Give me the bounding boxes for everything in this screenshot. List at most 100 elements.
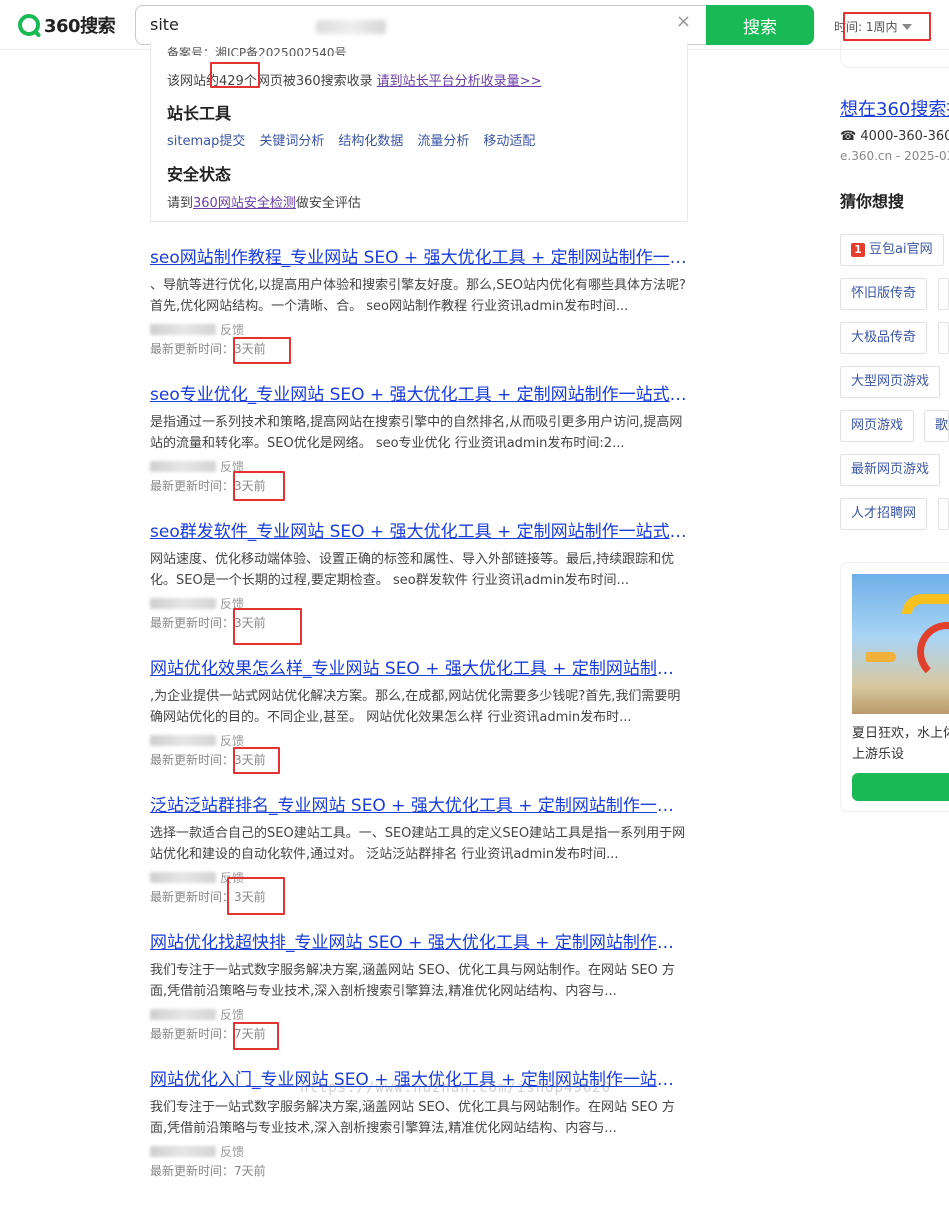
result-url-redacted (150, 597, 216, 609)
result-item: 泛站泛站群排名_专业网站 SEO + 强大优化工具 + 定制网站制作一站式服务 … (150, 795, 690, 905)
tool-structured-data[interactable]: 结构化数据 (338, 130, 403, 149)
result-updated-time: 最新更新时间：3天前 (150, 615, 690, 631)
time-label: 最新更新时间： (150, 342, 235, 356)
clear-icon[interactable]: × (676, 13, 691, 31)
suggest-tag-partial[interactable] (938, 322, 949, 354)
ad-domain: e.360.cn - 2025-03 (840, 149, 949, 163)
promo-button[interactable] (852, 773, 949, 801)
search-query-redacted (316, 20, 386, 34)
tool-traffic[interactable]: 流量分析 (417, 130, 469, 149)
feedback-link[interactable]: 反馈 (220, 869, 244, 886)
result-url-redacted (150, 323, 216, 335)
security-prefix: 请到 (167, 196, 194, 211)
result-url-row: 反馈 (150, 458, 690, 474)
slide-icon (902, 594, 949, 614)
tools-title: 站长工具 (167, 104, 232, 123)
security-check-link[interactable]: 360网站安全检测 (193, 196, 296, 211)
result-url-redacted (150, 734, 216, 746)
security-suffix: 做安全评估 (295, 196, 361, 211)
sidebar-card-edge (840, 40, 949, 68)
result-title-link[interactable]: 泛站泛站群排名_专业网站 SEO + 强大优化工具 + 定制网站制作一站式服务 (150, 795, 690, 817)
search-button[interactable]: 搜索 (706, 5, 814, 45)
feedback-link[interactable]: 反馈 (220, 732, 244, 749)
promo-caption: 夏日狂欢，水上体验水上游乐设 (852, 726, 949, 762)
feedback-link[interactable]: 反馈 (220, 458, 244, 475)
slide-icon (917, 622, 949, 682)
feedback-link[interactable]: 反馈 (220, 1143, 244, 1160)
suggest-tag[interactable]: 大型网页游戏 (840, 366, 941, 398)
suggest-tag[interactable]: 大极品传奇 (840, 322, 928, 354)
result-snippet: 网站速度、优化移动端体验、设置正确的标签和属性、导入外部链接等。最后,持续跟踪和… (150, 552, 675, 588)
logo-icon (18, 14, 40, 36)
tool-sitemap[interactable]: sitemap提交 (167, 130, 245, 149)
result-url-row: 反馈 (150, 321, 690, 337)
suggest-tag[interactable]: 歌 (924, 410, 949, 442)
time-label: 最新更新时间： (150, 1164, 235, 1178)
suggest-tag-partial[interactable] (938, 498, 949, 530)
result-url-redacted (150, 871, 216, 883)
result-snippet: 选择一款适合自己的SEO建站工具。一、SEO建站工具的定义SEO建站工具是指一系… (150, 826, 686, 862)
ad-title-link[interactable]: 想在360搜索推广 (840, 95, 949, 121)
watermark: https://www.huzhan.com/ishop49620 (300, 1080, 612, 1096)
index-count-line: 该网站约429个网页被360搜索收录 请到站长平台分析收录量>> (167, 70, 541, 89)
result-title-link[interactable]: seo专业优化_专业网站 SEO + 强大优化工具 + 定制网站制作一站式服务 (150, 384, 690, 406)
logo[interactable]: 360搜索 (18, 12, 116, 38)
result-title-link[interactable]: 网站优化找超快排_专业网站 SEO + 强大优化工具 + 定制网站制作一站式服务 (150, 932, 690, 954)
feedback-link[interactable]: 反馈 (220, 595, 244, 612)
tools-list: sitemap提交 关键词分析 结构化数据 流量分析 移动适配 (167, 130, 535, 149)
suggest-tag[interactable]: 1 豆包ai官网 (840, 234, 944, 266)
suggest-tag[interactable]: 人才招聘网 (840, 498, 928, 530)
time-value: 3天前 (234, 890, 266, 904)
result-snippet: 是指通过一系列技术和策略,提高网站在搜索引擎中的自然排名,从而吸引更多用户访问,… (150, 415, 683, 451)
suggest-tag[interactable]: 网页游戏 (840, 410, 915, 442)
feedback-link[interactable]: 反馈 (220, 1006, 244, 1023)
result-item: seo群发软件_专业网站 SEO + 强大优化工具 + 定制网站制作一站式服务 … (150, 521, 690, 631)
suggest-tag-label: 豆包ai官网 (869, 242, 933, 257)
result-updated-time: 最新更新时间：3天前 (150, 478, 690, 494)
result-item: 网站优化效果怎么样_专业网站 SEO + 强大优化工具 + 定制网站制作一站式服… (150, 658, 690, 768)
tool-mobile[interactable]: 移动适配 (483, 130, 535, 149)
logo-text: 360搜索 (44, 16, 116, 37)
feedback-link[interactable]: 反馈 (220, 321, 244, 338)
suggest-tag[interactable]: 最新网页游戏 (840, 454, 941, 486)
index-count: 429 (219, 74, 244, 89)
time-label: 最新更新时间： (150, 890, 235, 904)
time-filter-dropdown[interactable]: 时间: 1周内 (834, 18, 912, 35)
result-title-link[interactable]: seo群发软件_专业网站 SEO + 强大优化工具 + 定制网站制作一站式服务 (150, 521, 690, 543)
webmaster-platform-link[interactable]: 请到站长平台分析收录量>> (377, 74, 542, 89)
tool-keyword[interactable]: 关键词分析 (259, 130, 324, 149)
result-updated-time: 最新更新时间：3天前 (150, 889, 690, 905)
search-input[interactable] (150, 15, 450, 34)
result-item: seo网站制作教程_专业网站 SEO + 强大优化工具 + 定制网站制作一站式服… (150, 247, 690, 357)
suggest-tag[interactable]: 怀旧版传奇 (840, 278, 928, 310)
time-value: 3天前 (234, 753, 266, 767)
result-url-row: 反馈 (150, 1006, 690, 1022)
result-url-redacted (150, 1145, 216, 1157)
time-value: 7天前 (234, 1164, 266, 1178)
count-suffix: 个网页被360搜索收录 (243, 74, 373, 89)
time-label: 最新更新时间： (150, 479, 235, 493)
waterpark-image (852, 574, 949, 714)
result-snippet: 我们专注于一站式数字服务解决方案,涵盖网站 SEO、优化工具与网站制作。在网站 … (150, 963, 675, 999)
result-updated-time: 最新更新时间：7天前 (150, 1026, 690, 1042)
suggest-tag-partial[interactable] (938, 278, 949, 310)
time-label: 最新更新时间： (150, 753, 235, 767)
time-filter-label: 时间: 1周内 (834, 20, 898, 34)
result-title-link[interactable]: seo网站制作教程_专业网站 SEO + 强大优化工具 + 定制网站制作一站式服… (150, 247, 690, 269)
security-line: 请到360网站安全检测做安全评估 (167, 192, 361, 211)
result-url-redacted (150, 1008, 216, 1020)
result-url-redacted (150, 460, 216, 472)
result-updated-time: 最新更新时间：3天前 (150, 341, 690, 357)
guess-title: 猜你想搜 (840, 192, 905, 211)
search-box[interactable] (135, 5, 710, 45)
promo-card[interactable]: 夏日狂欢，水上体验水上游乐设 (840, 562, 949, 812)
result-updated-time: 最新更新时间：3天前 (150, 752, 690, 768)
time-label: 最新更新时间： (150, 1027, 235, 1041)
time-label: 最新更新时间： (150, 616, 235, 630)
result-url-row: 反馈 (150, 1143, 690, 1159)
result-url-row: 反馈 (150, 869, 690, 885)
site-info-card: 备案号：湘ICP备2025002540号 该网站约429个网页被360搜索收录请… (150, 42, 688, 222)
result-item: 网站优化找超快排_专业网站 SEO + 强大优化工具 + 定制网站制作一站式服务… (150, 932, 690, 1042)
result-snippet: ,为企业提供一站式网站优化解决方案。那么,在成都,网站优化需要多少钱呢?首先,我… (150, 689, 681, 725)
result-title-link[interactable]: 网站优化效果怎么样_专业网站 SEO + 强大优化工具 + 定制网站制作一站式服… (150, 658, 690, 680)
